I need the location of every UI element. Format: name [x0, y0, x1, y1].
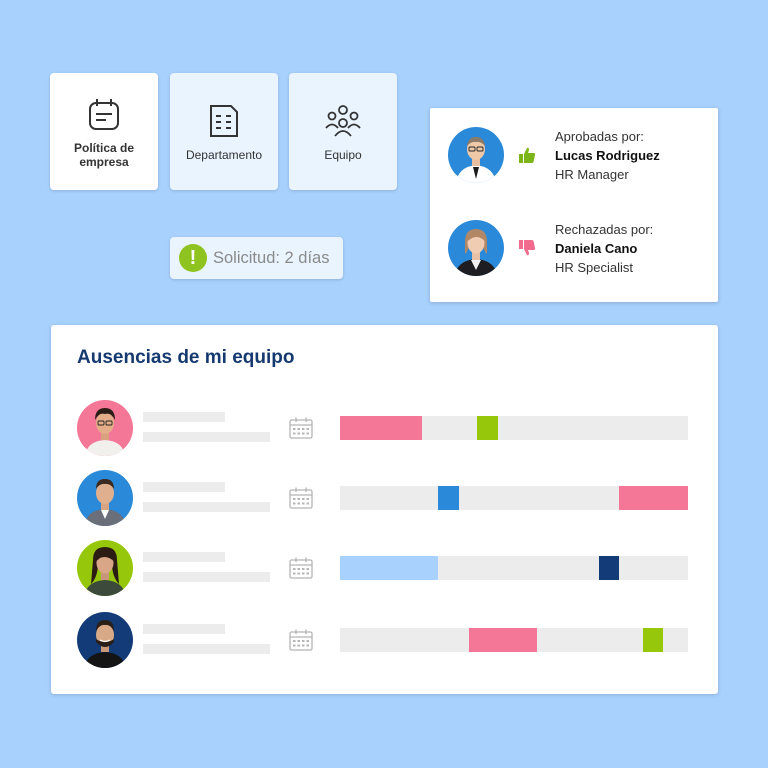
absence-segment[interactable]: [468, 628, 538, 652]
thumbs-up-icon: [519, 147, 536, 163]
absence-segment[interactable]: [340, 556, 439, 580]
placeholder-line: [143, 502, 270, 512]
calendar-icon: [289, 629, 313, 651]
tile-departamento[interactable]: Departamento: [170, 73, 278, 190]
team-member-row[interactable]: [77, 400, 692, 456]
placeholder-line: [143, 552, 225, 562]
rejector-name: Daniela Cano: [555, 240, 638, 256]
absence-timeline-bar: [340, 628, 688, 652]
absence-segment[interactable]: [599, 556, 620, 580]
tile-equipo[interactable]: Equipo: [289, 73, 397, 190]
avatar: [77, 400, 133, 456]
team-member-row[interactable]: [77, 612, 692, 668]
absence-timeline-bar: [340, 486, 688, 510]
placeholder-line: [143, 432, 270, 442]
absence-segment[interactable]: [642, 628, 663, 652]
avatar: [77, 612, 133, 668]
avatar: [448, 127, 504, 183]
team-title: Ausencias de mi equipo: [77, 347, 295, 368]
approver-item: Aprobadas por: Lucas Rodriguez HR Manage…: [448, 127, 660, 183]
team-icon: [325, 104, 361, 137]
rejector-role: HR Specialist: [555, 259, 634, 275]
placeholder-line: [143, 412, 225, 422]
calendar-icon: [289, 417, 313, 439]
absence-segment[interactable]: [340, 416, 422, 440]
tile-label: Política de empresa: [73, 140, 135, 169]
avatar: [77, 470, 133, 526]
avatar: [77, 540, 133, 596]
tile-politica-de-empresa[interactable]: Política de empresa: [50, 73, 158, 190]
tile-label: Departamento: [185, 147, 263, 162]
rejection-label: Rechazadas por:: [555, 221, 654, 237]
rejector-item: Rechazadas por: Daniela Cano HR Speciali…: [448, 220, 653, 276]
absence-segment[interactable]: [477, 416, 498, 440]
absence-timeline-bar: [340, 416, 688, 440]
absence-timeline-bar: [340, 556, 688, 580]
approver-role: HR Manager: [555, 166, 629, 182]
exclamation-icon: !: [179, 244, 207, 272]
calendar-icon: [289, 557, 313, 579]
team-member-row[interactable]: [77, 470, 692, 526]
absence-segment[interactable]: [619, 486, 688, 510]
calendar-note-icon: [89, 98, 119, 130]
placeholder-line: [143, 572, 270, 582]
approval-label: Aprobadas por:: [555, 128, 644, 144]
placeholder-line: [143, 624, 225, 634]
building-icon: [210, 104, 238, 137]
approvals-card: Aprobadas por: Lucas Rodriguez HR Manage…: [430, 108, 718, 302]
thumbs-down-icon: [519, 240, 536, 256]
team-member-row[interactable]: [77, 540, 692, 596]
request-text: Solicitud: 2 días: [213, 248, 330, 267]
avatar: [448, 220, 504, 276]
approver-name: Lucas Rodriguez: [555, 147, 660, 163]
request-badge: ! Solicitud: 2 días: [170, 237, 343, 279]
tile-label: Equipo: [324, 147, 362, 162]
absence-segment[interactable]: [438, 486, 459, 510]
placeholder-line: [143, 482, 225, 492]
calendar-icon: [289, 487, 313, 509]
team-absences-card: Ausencias de mi equipo: [51, 325, 718, 694]
placeholder-line: [143, 644, 270, 654]
